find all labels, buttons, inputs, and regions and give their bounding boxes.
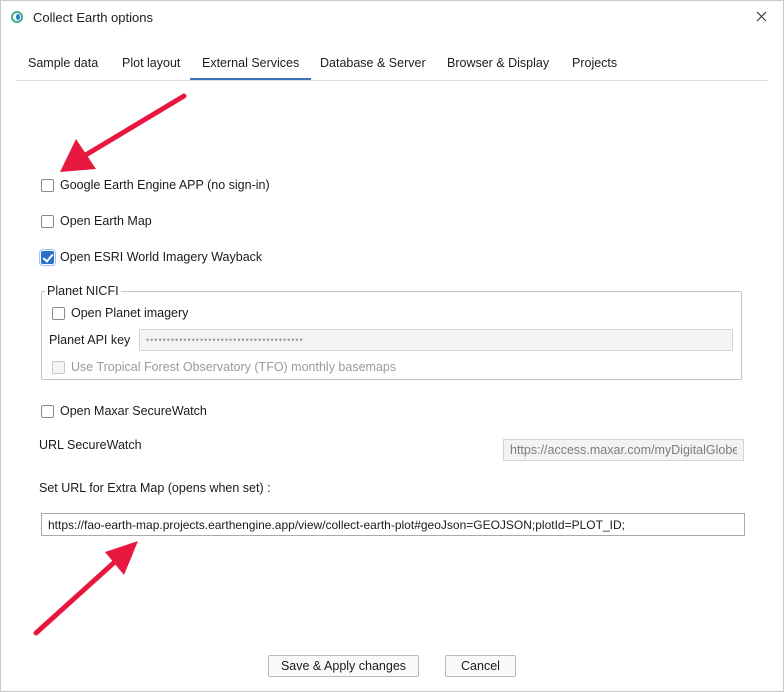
window-title: Collect Earth options [33,10,153,25]
gee-app-label: Google Earth Engine APP (no sign-in) [60,178,270,192]
tab-bar: Sample data Plot layout External Service… [16,47,768,81]
tab-plot-layout[interactable]: Plot layout [122,47,180,79]
securewatch-url-label: URL SecureWatch [39,438,142,452]
tab-database-server[interactable]: Database & Server [320,47,426,79]
title-bar: Collect Earth options [1,1,783,35]
esri-wayback-checkbox[interactable] [39,248,56,266]
collect-earth-icon [11,11,23,23]
tfo-option[interactable]: Use Tropical Forest Observatory (TFO) mo… [52,358,396,376]
tab-browser-display[interactable]: Browser & Display [447,47,549,79]
planet-imagery-label: Open Planet imagery [71,306,189,320]
tfo-checkbox[interactable] [52,360,65,374]
maxar-securewatch-checkbox[interactable] [41,404,54,418]
extra-map-url-field[interactable] [41,513,745,536]
planet-imagery-option[interactable]: Open Planet imagery [52,304,188,322]
gee-app-checkbox[interactable] [41,178,54,192]
earth-map-option[interactable]: Open Earth Map [41,212,152,230]
close-button[interactable] [749,4,773,28]
earth-map-checkbox[interactable] [41,214,54,228]
tab-sample-data[interactable]: Sample data [28,47,98,79]
esri-wayback-option[interactable]: Open ESRI World Imagery Wayback [39,248,263,266]
cancel-button[interactable]: Cancel [445,655,516,677]
maxar-securewatch-label: Open Maxar SecureWatch [60,404,207,418]
securewatch-url-field[interactable] [503,439,744,461]
planet-imagery-checkbox[interactable] [52,306,65,320]
tfo-label: Use Tropical Forest Observatory (TFO) mo… [71,360,397,374]
gee-app-option[interactable]: Google Earth Engine APP (no sign-in) [41,176,270,194]
earth-map-label: Open Earth Map [60,214,152,228]
planet-api-key-label: Planet API key [49,333,131,347]
planet-api-key-field[interactable] [139,329,733,351]
save-apply-button[interactable]: Save & Apply changes [268,655,419,677]
tab-projects[interactable]: Projects [572,47,617,79]
extra-map-label: Set URL for Extra Map (opens when set) : [39,481,271,495]
close-icon [756,11,766,21]
esri-wayback-label: Open ESRI World Imagery Wayback [60,250,263,264]
maxar-securewatch-option[interactable]: Open Maxar SecureWatch [41,402,207,420]
planet-nicfi-group-title: Planet NICFI [45,284,121,298]
options-dialog: Collect Earth options Sample data Plot l… [0,0,784,692]
tab-external-services[interactable]: External Services [189,47,312,80]
